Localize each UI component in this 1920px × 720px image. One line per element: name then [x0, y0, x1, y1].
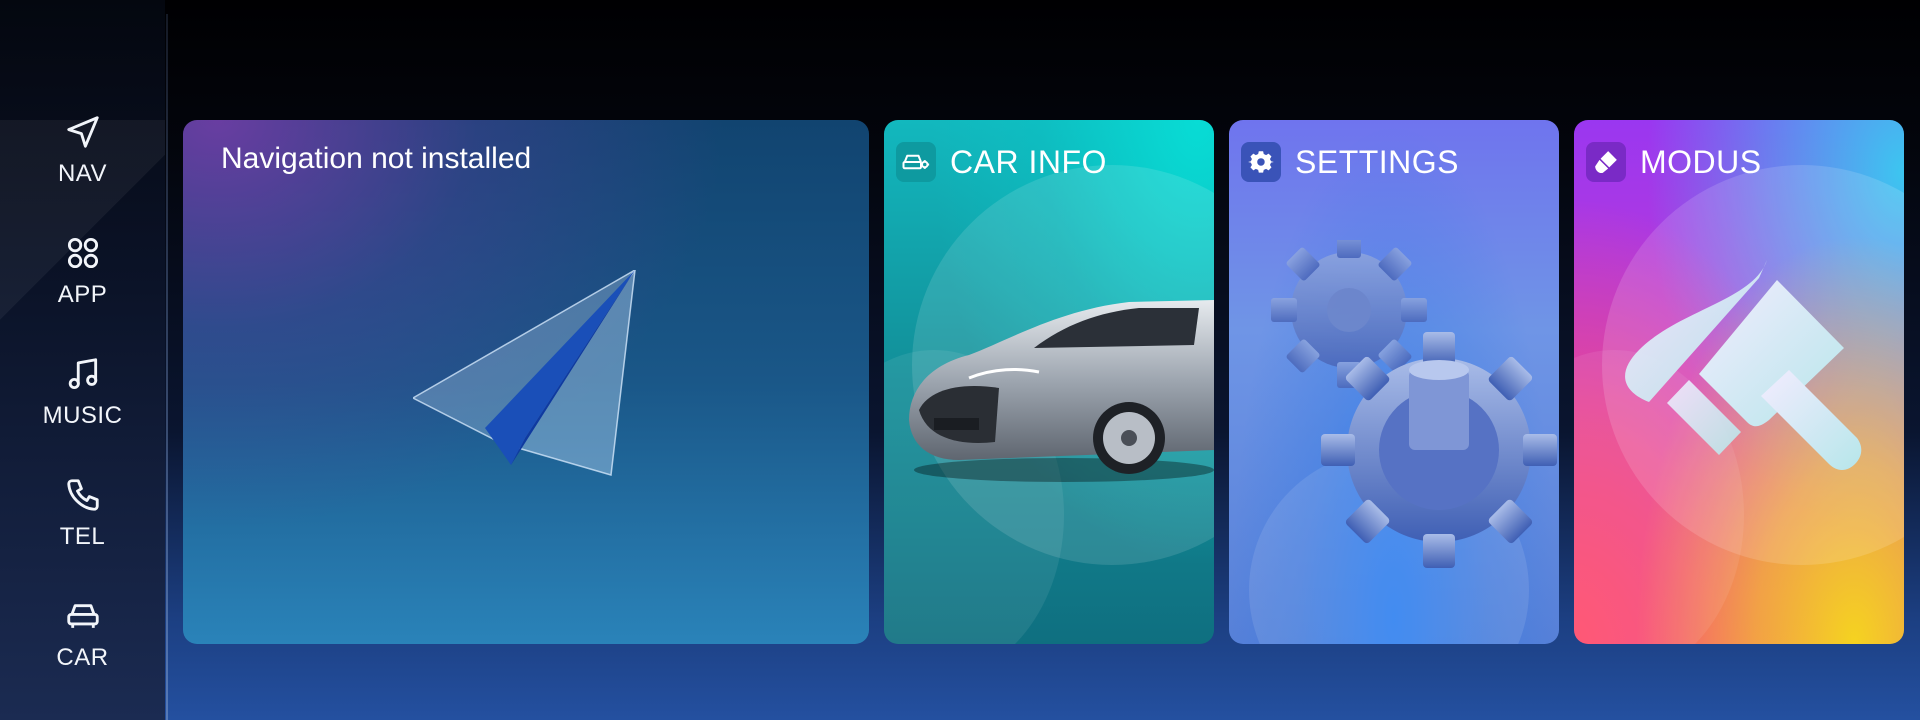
car-settings-icon [896, 142, 936, 182]
sidebar-item-label: NAV [57, 160, 108, 187]
apps-grid-icon [63, 233, 103, 273]
gears-image [1271, 240, 1557, 568]
settings-card[interactable]: SETTINGS [1229, 120, 1559, 644]
sidebar-item-label: TEL [59, 523, 106, 550]
sidebar-item-label: APP [57, 281, 108, 308]
brush-image [1625, 260, 1862, 470]
settings-title: SETTINGS [1295, 143, 1460, 180]
navigation-card[interactable]: Navigation not installed [183, 120, 869, 644]
sidebar-item-tel[interactable]: TEL [0, 475, 165, 575]
modus-title: MODUS [1640, 143, 1762, 180]
car-icon [63, 596, 103, 636]
navigation-card-title: Navigation not installed [221, 142, 532, 175]
paper-plane-icon [413, 270, 636, 476]
car-image [909, 300, 1214, 482]
sidebar-item-app[interactable]: APP [0, 233, 165, 333]
paint-brush-icon [1586, 142, 1626, 182]
sidebar-item-label: MUSIC [42, 402, 123, 429]
sidebar-divider [166, 14, 168, 720]
modus-card[interactable]: MODUS [1574, 120, 1904, 644]
music-note-icon [63, 354, 103, 394]
sidebar-item-music[interactable]: MUSIC [0, 354, 165, 454]
phone-icon [63, 475, 103, 515]
gear-icon [1241, 142, 1281, 182]
navigation-arrow-icon [63, 112, 103, 152]
sidebar-item-nav[interactable]: NAV [0, 112, 165, 212]
car-info-card[interactable]: CAR INFO [884, 120, 1214, 644]
sidebar-item-label: CAR [56, 644, 109, 671]
car-info-title: CAR INFO [950, 143, 1107, 180]
sidebar: NAV APP MUSIC TEL CAR [0, 0, 165, 720]
sidebar-item-car[interactable]: CAR [0, 596, 165, 696]
